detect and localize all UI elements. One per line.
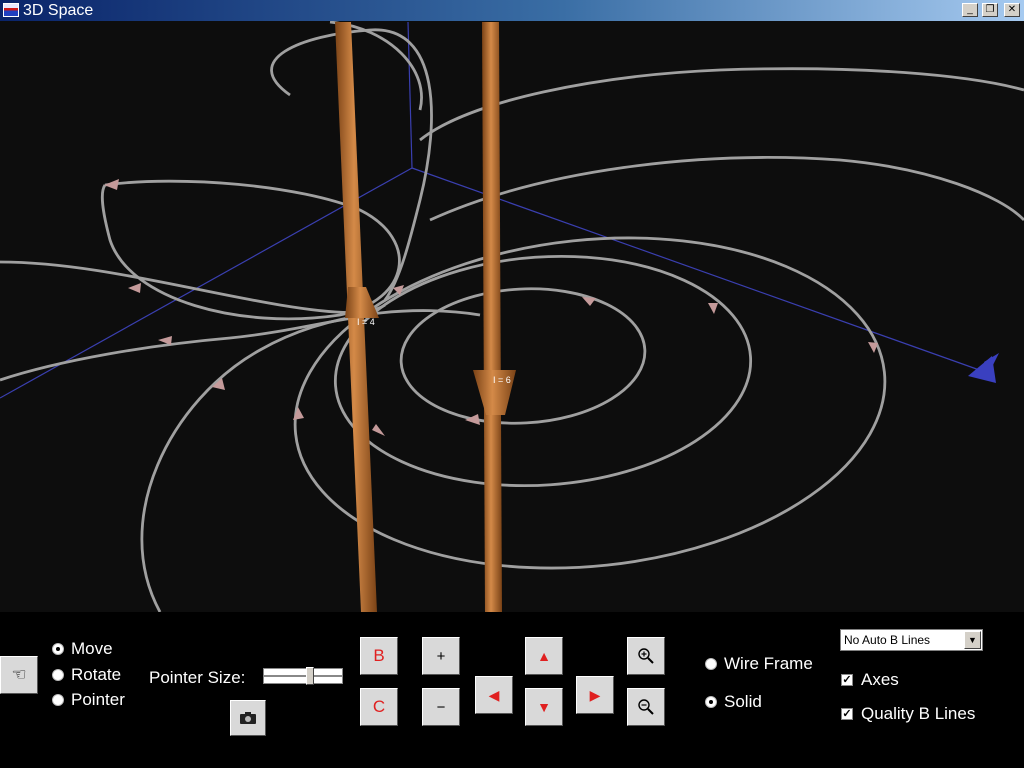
b-field-lines [0, 21, 1024, 612]
mode-move-label: Move [71, 639, 113, 658]
restore-button[interactable]: ❐ [982, 3, 998, 17]
mode-pointer-radio[interactable]: Pointer [52, 690, 125, 710]
radio-indicator [52, 643, 64, 655]
minimize-button[interactable]: _ [962, 3, 978, 17]
pan-down-button[interactable]: ▼ [525, 688, 563, 726]
mode-rotate-radio[interactable]: Rotate [52, 665, 121, 685]
radio-indicator [52, 669, 64, 681]
axes-checkbox[interactable]: ✓ Axes [841, 670, 899, 690]
checkmark-icon: ✓ [841, 674, 853, 686]
c-button-label: C [372, 697, 386, 716]
radio-indicator [705, 658, 717, 670]
b-field-button[interactable]: B [360, 637, 398, 675]
minus-button[interactable]: − [422, 688, 460, 726]
control-panel: ☜ Move Rotate Pointer Pointer Size: B C … [0, 612, 1024, 768]
plus-icon: + [436, 647, 446, 665]
axes-label: Axes [861, 670, 899, 689]
pointing-hand-icon: ☜ [11, 665, 27, 684]
auto-b-lines-value: No Auto B Lines [844, 633, 931, 647]
wire-frame-radio[interactable]: Wire Frame [705, 654, 813, 674]
pan-up-button[interactable]: ▲ [525, 637, 563, 675]
quality-b-lines-checkbox[interactable]: ✓ Quality B Lines [841, 704, 975, 724]
pointer-size-slider[interactable] [263, 667, 343, 685]
mode-rotate-label: Rotate [71, 665, 122, 684]
close-button[interactable]: ✕ [1004, 3, 1020, 17]
wire-current-label-left: I = 4 [357, 317, 375, 327]
hand-tool-button[interactable]: ☜ [0, 656, 38, 694]
arrow-right-icon: ▶ [589, 686, 601, 703]
c-button[interactable]: C [360, 688, 398, 726]
quality-b-lines-label: Quality B Lines [861, 704, 976, 723]
chevron-down-icon[interactable]: ▼ [964, 631, 981, 649]
title-bar: 3D Space _ ❐ ✕ [0, 0, 1024, 21]
wire-current-label-right: I = 6 [493, 375, 511, 385]
arrow-left-icon: ◀ [488, 686, 500, 703]
snapshot-button[interactable] [230, 700, 266, 736]
camera-icon [240, 712, 256, 724]
pan-right-button[interactable]: ▶ [576, 676, 614, 714]
radio-indicator [52, 694, 64, 706]
arrow-down-icon: ▼ [537, 699, 551, 715]
radio-indicator [705, 696, 717, 708]
plus-button[interactable]: + [422, 637, 460, 675]
auto-b-lines-dropdown[interactable]: No Auto B Lines ▼ [840, 629, 983, 651]
solid-radio[interactable]: Solid [705, 692, 762, 712]
3d-viewport[interactable]: I = 6 I = 4 [0, 21, 1024, 612]
zoom-out-button[interactable] [627, 688, 665, 726]
wire-frame-label: Wire Frame [724, 654, 813, 673]
zoom-in-icon [638, 648, 654, 664]
minus-icon: − [436, 698, 446, 716]
zoom-in-button[interactable] [627, 637, 665, 675]
scene-canvas[interactable]: I = 6 I = 4 [0, 21, 1024, 612]
b-button-label: B [373, 646, 385, 665]
slider-track [264, 675, 342, 677]
pan-left-button[interactable]: ◀ [475, 676, 513, 714]
slider-thumb[interactable] [306, 667, 314, 685]
arrow-up-icon: ▲ [537, 648, 551, 664]
window-title: 3D Space [23, 2, 94, 19]
pointer-size-label: Pointer Size: [149, 668, 246, 687]
app-icon [3, 3, 19, 17]
checkmark-icon: ✓ [841, 708, 853, 720]
mode-pointer-label: Pointer [71, 690, 125, 709]
solid-label: Solid [724, 692, 762, 711]
zoom-out-icon [638, 699, 654, 715]
mode-move-radio[interactable]: Move [52, 639, 113, 659]
